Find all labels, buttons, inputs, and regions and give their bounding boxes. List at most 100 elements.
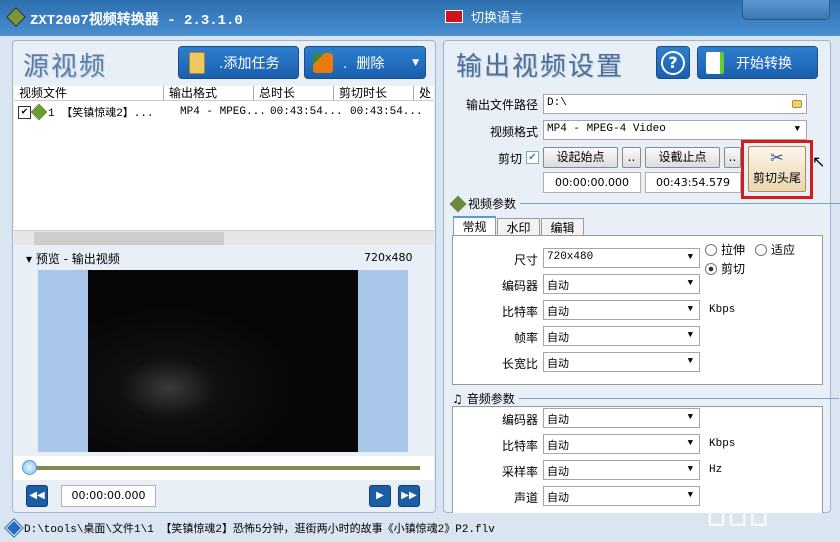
video-param-label: 帧率	[513, 331, 538, 345]
audio-param-label: 编码器	[501, 413, 538, 427]
status-text: D:\tools\桌面\文件1\1 【笑镇惊魂2】恐怖5分钟，逛街两小时的故事《…	[24, 524, 495, 536]
title-bar: ZXT2007视频转换器 - 2.3.1.0 切换语言	[0, 0, 840, 36]
audio-param-label: 采样率	[501, 465, 538, 479]
path-label: 输出文件路径	[465, 98, 538, 112]
playback-time: 00:00:00.000	[61, 485, 156, 507]
convert-icon	[706, 51, 724, 74]
cut-label: 剪切	[497, 152, 522, 166]
folder-icon	[189, 51, 205, 74]
path-value: D:\	[547, 97, 567, 109]
chevron-down-icon[interactable]: ▼	[412, 58, 419, 68]
format-value: MP4 - MPEG-4 Video	[547, 123, 666, 135]
video-param-value: 自动	[547, 359, 569, 371]
video-frame	[88, 270, 358, 452]
delete-button[interactable]: . 删除 ▼	[304, 46, 426, 79]
fast-forward-button[interactable]: ▶▶	[398, 485, 420, 507]
format-select[interactable]: MP4 - MPEG-4 Video	[543, 120, 807, 140]
preview-label[interactable]: ▾ 预览 - 输出视频	[26, 250, 120, 267]
video-preview	[38, 270, 408, 452]
window-controls[interactable]	[742, 0, 830, 20]
format-label: 视频格式	[489, 125, 538, 139]
video-param-select[interactable]: 自动	[543, 326, 700, 346]
audio-param-unit: Hz	[709, 464, 723, 476]
col-total[interactable]: 总时长	[254, 86, 334, 101]
audio-param-value: 自动	[547, 415, 569, 427]
path-input[interactable]: D:\	[543, 94, 807, 114]
audio-param-value: 自动	[547, 441, 569, 453]
row-total: 00:43:54...	[270, 106, 343, 118]
seek-slider[interactable]	[14, 456, 434, 480]
video-param-label: 长宽比	[501, 357, 538, 371]
end-more-button[interactable]: ..	[724, 147, 741, 168]
col-process[interactable]: 处	[414, 86, 434, 101]
folder-icon[interactable]	[792, 100, 802, 108]
radio-fit[interactable]: 适应	[755, 241, 795, 258]
rewind-button[interactable]: ◀◀	[26, 485, 48, 507]
video-params-section: 视频参数	[449, 195, 840, 212]
add-task-button[interactable]: .添加任务	[178, 46, 299, 79]
size-select[interactable]: 720x480	[543, 248, 700, 268]
audio-param-value: 自动	[547, 467, 569, 479]
video-param-select[interactable]: 自动	[543, 300, 700, 320]
video-param-select[interactable]: 自动	[543, 352, 700, 372]
video-param-select[interactable]: 自动	[543, 274, 700, 294]
set-start-button[interactable]: 设起始点	[543, 147, 618, 168]
audio-param-select[interactable]: 自动	[543, 434, 700, 454]
delete-label: . 删除	[343, 55, 385, 72]
play-button[interactable]: ▶	[369, 485, 391, 507]
preview-title: 预览 - 输出视频	[35, 252, 120, 266]
scissors-icon: ✂	[770, 148, 784, 167]
start-label: 开始转换	[736, 55, 792, 72]
radio-crop[interactable]: 剪切	[705, 260, 745, 277]
broom-icon	[313, 52, 333, 73]
info-icon	[4, 518, 24, 538]
audio-param-select[interactable]: 自动	[543, 408, 700, 428]
stretch-label: 拉伸	[721, 243, 746, 257]
flag-icon	[445, 10, 463, 23]
film-icon	[449, 195, 467, 212]
cut-checkbox[interactable]: ✔	[526, 151, 539, 164]
col-cut[interactable]: 剪切时长	[334, 86, 414, 101]
audio-param-label: 比特率	[501, 439, 538, 453]
video-param-value: 自动	[547, 307, 569, 319]
app-icon	[6, 7, 26, 27]
start-time: 00:00:00.000	[543, 172, 641, 193]
radio-stretch[interactable]: 拉伸	[705, 241, 745, 258]
file-list-header: 视频文件 输出格式 总时长 剪切时长 处	[14, 86, 434, 101]
audio-param-unit: Kbps	[709, 438, 736, 450]
end-time: 00:43:54.579	[645, 172, 741, 193]
tab-general[interactable]: 常规	[453, 216, 496, 236]
help-icon: ?	[661, 50, 685, 75]
cut-head-tail-label: 剪切头尾	[752, 171, 801, 185]
horizontal-scrollbar[interactable]	[14, 230, 434, 245]
language-button[interactable]: 切换语言	[445, 7, 523, 26]
col-format[interactable]: 输出格式	[164, 86, 254, 101]
cursor-icon: ↖	[812, 152, 826, 171]
add-task-label: .添加任务	[219, 55, 280, 72]
audio-params-section: ♫ 音频参数	[452, 390, 839, 407]
start-convert-button[interactable]: 开始转换	[697, 46, 818, 79]
row-checkbox[interactable]: ✔	[18, 105, 31, 119]
audio-param-select[interactable]: 自动	[543, 486, 700, 506]
video-param-label: 比特率	[501, 305, 538, 319]
table-row[interactable]: ✔ 1 【笑镇惊魂2】... MP4 - MPEG... 00:43:54...…	[18, 103, 430, 121]
seek-handle[interactable]	[22, 460, 37, 475]
col-file[interactable]: 视频文件	[14, 86, 164, 101]
output-title: 输出视频设置	[456, 52, 625, 82]
source-title: 源视频	[23, 52, 108, 82]
row-format: MP4 - MPEG...	[180, 106, 266, 118]
audio-param-select[interactable]: 自动	[543, 460, 700, 480]
audio-params-title: 音频参数	[466, 392, 515, 406]
audio-param-value: 自动	[547, 493, 569, 505]
cut-head-tail-button[interactable]: ✂ 剪切头尾	[748, 146, 806, 192]
size-label: 尺寸	[513, 253, 538, 267]
app-title: ZXT2007视频转换器 - 2.3.1.0	[30, 13, 243, 29]
help-button[interactable]: ?	[656, 46, 690, 79]
video-param-label: 编码器	[501, 279, 538, 293]
video-icon	[30, 103, 48, 121]
video-params-title: 视频参数	[468, 197, 517, 211]
row-cut: 00:43:54...	[350, 106, 423, 118]
set-end-button[interactable]: 设截止点	[645, 147, 720, 168]
start-more-button[interactable]: ..	[622, 147, 641, 168]
crop-label: 剪切	[721, 262, 746, 276]
